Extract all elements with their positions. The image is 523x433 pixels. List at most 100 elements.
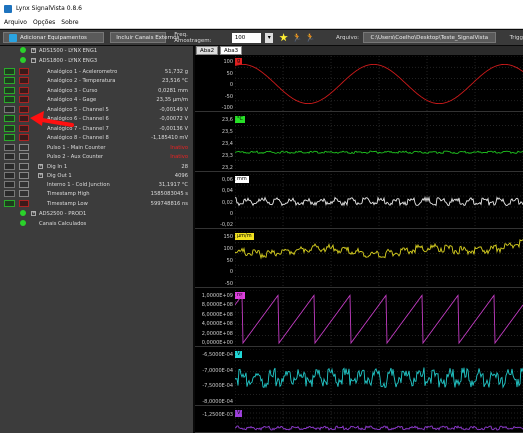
y-tick-label: 100 xyxy=(223,245,233,252)
range-icon[interactable] xyxy=(19,134,29,141)
menu-sobre[interactable]: Sobre xyxy=(61,19,78,26)
menu-opcoes[interactable]: Opções xyxy=(33,19,55,26)
y-tick-label: -8,0000E-04 xyxy=(202,399,233,405)
add-equipment-button[interactable]: Adicionar Equipamentos xyxy=(3,32,105,43)
channel-row[interactable]: Analógico 5 - Channel 5 -0,00149 V xyxy=(0,105,193,114)
plot-panel[interactable]: mm 0,06 0,04 0,02 0 -0,02 xyxy=(195,174,523,229)
channel-value: -0,00136 V xyxy=(159,125,188,132)
channel-row[interactable]: Analógico 4 - Gage 23,35 µm/m xyxy=(0,95,193,104)
plot-panel[interactable]: °C 23,6 23,5 23,4 23,3 23,2 xyxy=(195,114,523,172)
waveform-icon[interactable] xyxy=(4,200,15,207)
status-dot-icon xyxy=(20,210,26,216)
range-icon[interactable] xyxy=(19,181,29,188)
calc-channels-label: Canais Calculados xyxy=(39,220,87,227)
channel-row[interactable]: Interno 1 - Cold Junction 31,1917 °C xyxy=(0,180,193,189)
run-icon[interactable]: 🏃 xyxy=(292,33,302,42)
freq-select[interactable]: 100 xyxy=(231,32,262,43)
app-logo-icon xyxy=(4,4,12,13)
channel-row[interactable]: Canais Calculados xyxy=(0,219,193,228)
y-tick-label: 0 xyxy=(229,269,233,276)
range-icon[interactable] xyxy=(19,200,29,207)
waveform-icon[interactable] xyxy=(4,106,15,113)
range-icon[interactable] xyxy=(19,153,29,160)
range-icon[interactable] xyxy=(19,106,29,113)
channel-row[interactable]: Pulso 1 - Main Counter Inativo xyxy=(0,143,193,152)
app-window: Lynx SignalVista 0.8.6 Arquivo Opções So… xyxy=(0,0,523,433)
range-icon[interactable] xyxy=(19,172,29,179)
channel-row[interactable]: Analógico 2 - Temperatura 23,516 °C xyxy=(0,76,193,85)
range-icon[interactable] xyxy=(19,115,29,122)
range-icon[interactable] xyxy=(19,144,29,151)
channel-row[interactable]: Timestamp High 1585083045 s xyxy=(0,189,193,198)
plot-panel[interactable]: V -1,2500E-03 xyxy=(195,408,523,433)
channel-value: -0,00149 V xyxy=(159,106,188,113)
channel-label: Analógico 4 - Gage xyxy=(47,96,97,103)
file-path-field[interactable]: C:\Users\Coelho\Desktop\Teste_SignalVist… xyxy=(362,32,496,43)
waveform-icon[interactable] xyxy=(4,163,15,170)
file-path: C:\Users\Coelho\Desktop\Teste_SignalVist… xyxy=(370,34,489,41)
waveform-icon[interactable] xyxy=(4,96,15,103)
channel-value: -0,00072 V xyxy=(159,115,188,122)
range-icon[interactable] xyxy=(19,87,29,94)
waveform-icon[interactable] xyxy=(4,115,15,122)
expand-icon[interactable]: + xyxy=(31,48,36,53)
include-external-channels-button[interactable]: Incluir Canais Externos xyxy=(110,32,179,43)
plot-panel[interactable]: g 100 50 0 -50 -100 xyxy=(195,56,523,112)
waveform-icon[interactable] xyxy=(4,172,15,179)
waveform-icon[interactable] xyxy=(4,153,15,160)
waveform-icon[interactable] xyxy=(4,125,15,132)
channel-row[interactable]: Pulso 2 - Aux Counter Inativo xyxy=(0,152,193,161)
channel-row[interactable]: Analógico 3 - Curso 0,0281 mm xyxy=(0,86,193,95)
channel-value: 31,1917 °C xyxy=(158,181,188,188)
channel-row[interactable]: − ADS1800 - LYNX ENG3 xyxy=(0,56,193,65)
waveform-icon[interactable] xyxy=(4,77,15,84)
plot-panel[interactable]: ns 1,0000E+09 8,0000E+08 6,0000E+08 4,0000E+… xyxy=(195,290,523,347)
expand-icon[interactable]: + xyxy=(31,211,36,216)
channel-label: Analógico 5 - Channel 5 xyxy=(47,106,109,113)
channel-row[interactable]: + ADS1500 - LYNX ENG1 xyxy=(0,46,193,55)
y-tick-label: 0,0000E+00 xyxy=(201,340,233,346)
expand-icon[interactable]: + xyxy=(38,164,43,169)
waveform-icon[interactable] xyxy=(4,181,15,188)
channel-row[interactable]: Analógico 8 - Channel 8 -1,185410 mV xyxy=(0,133,193,142)
channel-label: Dig Out 1 xyxy=(47,172,72,179)
channel-label: Analógico 2 - Temperatura xyxy=(47,77,116,84)
channel-row[interactable]: + Dig In 1 28 xyxy=(0,162,193,171)
file-label: Arquivo: xyxy=(336,34,359,41)
plot-panel[interactable]: µm/m 150 100 50 0 -50 xyxy=(195,231,523,288)
chevron-down-icon[interactable]: ▾ xyxy=(265,32,274,43)
channel-row[interactable]: + Dig Out 1 4096 xyxy=(0,171,193,180)
channel-label: Pulso 2 - Aux Counter xyxy=(47,153,104,160)
range-icon[interactable] xyxy=(19,68,29,75)
tab-aba2[interactable]: Aba2 xyxy=(196,46,219,55)
range-icon[interactable] xyxy=(19,77,29,84)
channel-row[interactable]: Analógico 1 - Acelerometro 51,732 g xyxy=(0,67,193,76)
freq-label: Freq. Amostragem: xyxy=(174,31,212,44)
expand-icon[interactable]: − xyxy=(31,58,36,63)
stop-run-icon[interactable]: 🏃 xyxy=(305,33,315,42)
plot-panel[interactable]: V -6,5000E-04 -7,0000E-04 -7,5000E-04 -8,000… xyxy=(195,349,523,406)
y-tick-label: 0 xyxy=(229,210,233,217)
star-icon[interactable] xyxy=(279,33,288,42)
waveform-icon[interactable] xyxy=(4,144,15,151)
expand-icon[interactable]: + xyxy=(38,173,43,178)
tab-aba3[interactable]: Aba3 xyxy=(220,46,243,55)
channel-row[interactable]: + ADS2500 - PROD1 xyxy=(0,209,193,218)
menu-arquivo[interactable]: Arquivo xyxy=(4,19,27,26)
status-dot-icon xyxy=(20,47,26,53)
range-icon[interactable] xyxy=(19,190,29,197)
waveform-icon[interactable] xyxy=(4,190,15,197)
y-tick-label: 0 xyxy=(229,82,233,88)
y-tick-label: -7,0000E-04 xyxy=(202,367,233,374)
channel-row[interactable]: Analógico 7 - Channel 7 -0,00136 V xyxy=(0,124,193,133)
channel-row[interactable]: Analógico 6 - Channel 6 -0,00072 V xyxy=(0,114,193,123)
waveform-icon[interactable] xyxy=(4,68,15,75)
range-icon[interactable] xyxy=(19,96,29,103)
range-icon[interactable] xyxy=(19,163,29,170)
waveform-icon[interactable] xyxy=(4,134,15,141)
channel-row[interactable]: Timestamp Low 599748816 ns xyxy=(0,199,193,208)
channel-value: 1585083045 s xyxy=(150,190,188,197)
range-icon[interactable] xyxy=(19,125,29,132)
waveform-icon[interactable] xyxy=(4,87,15,94)
channel-value: 599748816 ns xyxy=(150,200,188,207)
